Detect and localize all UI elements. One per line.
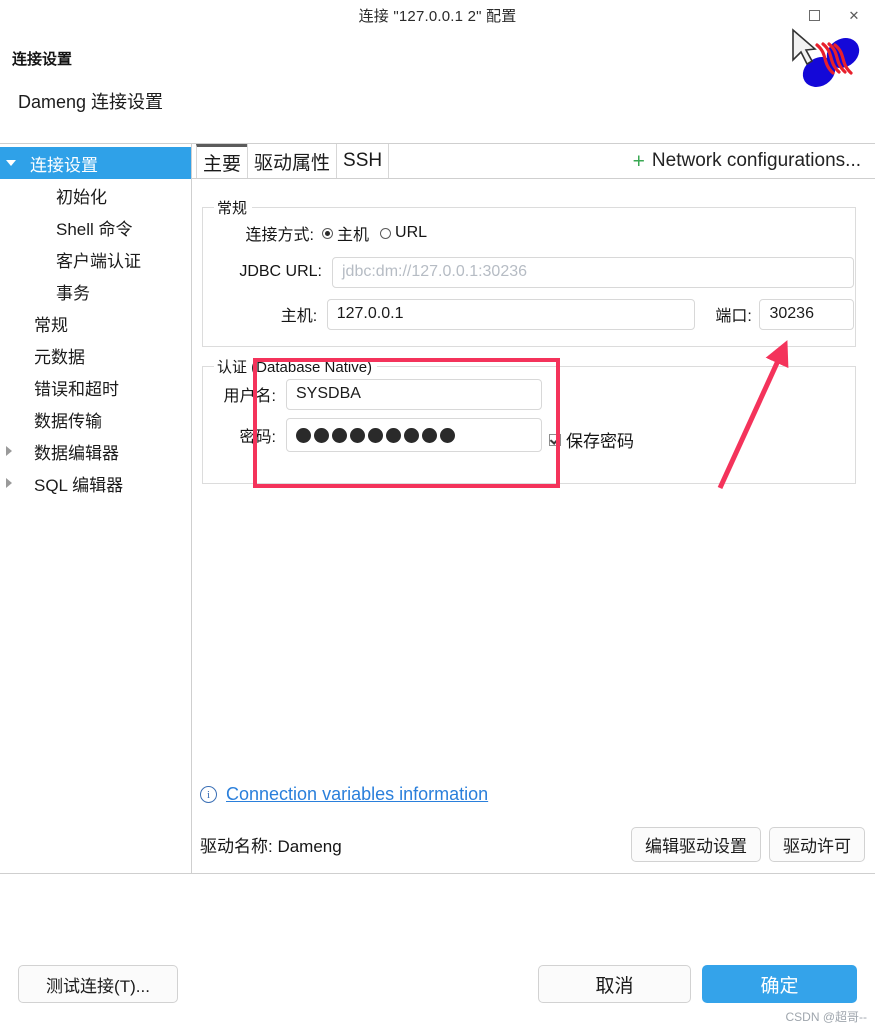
general-group-title: 常规 (214, 197, 253, 218)
settings-sidebar: 连接设置 初始化 Shell 命令 客户端认证 事务 常规 元数据 错误和超时 … (0, 144, 192, 873)
password-input[interactable] (286, 418, 542, 452)
sidebar-item-label: 事务 (56, 283, 90, 303)
mouse-cursor-icon (792, 28, 817, 66)
sidebar-item-label: 错误和超时 (34, 379, 119, 399)
sidebar-item-label: 客户端认证 (56, 251, 141, 271)
checkbox-icon (549, 433, 561, 446)
page-title: 连接设置 (12, 51, 73, 68)
port-input[interactable]: 30236 (759, 298, 854, 330)
network-configurations-label: Network configurations... (651, 150, 861, 171)
password-mask-dots (296, 427, 455, 443)
host-input[interactable]: 127.0.0.1 (326, 298, 695, 330)
sidebar-item-general[interactable]: 常规 (0, 307, 191, 339)
settings-panel: 主要 驱动属性 SSH + Network configurations... … (192, 144, 875, 873)
radio-host-label: 主机 (337, 227, 370, 244)
dialog-body: 连接设置 初始化 Shell 命令 客户端认证 事务 常规 元数据 错误和超时 … (0, 143, 875, 874)
test-connection-button[interactable]: 测试连接(T)... (18, 965, 178, 1003)
driver-license-button[interactable]: 驱动许可 (769, 826, 865, 862)
sidebar-item-transactions[interactable]: 事务 (0, 275, 191, 307)
sidebar-item-label: 元数据 (34, 347, 85, 367)
jdbc-url-label: JDBC URL: (239, 263, 322, 280)
driver-buttons: 编辑驱动设置 驱动许可 (631, 826, 865, 862)
sidebar-item-label: 常规 (34, 315, 68, 335)
connection-variables-row[interactable]: i Connection variables information (200, 784, 488, 805)
driver-name-label: 驱动名称: Dameng (200, 836, 342, 856)
tab-bar: 主要 驱动属性 SSH + Network configurations... (192, 144, 875, 179)
window-titlebar: 连接 "127.0.0.1 2" 配置 ✕ (0, 0, 875, 30)
chevron-down-icon (6, 160, 16, 166)
plus-icon: + (632, 149, 645, 173)
radio-url-label: URL (395, 224, 428, 241)
jdbc-url-input[interactable]: jdbc:dm://127.0.0.1:30236 (332, 256, 854, 288)
sidebar-item-data-editor[interactable]: 数据编辑器 (0, 435, 191, 467)
sidebar-item-shell-commands[interactable]: Shell 命令 (0, 211, 191, 243)
tab-main[interactable]: 主要 (196, 144, 249, 178)
radio-host-icon (322, 227, 333, 239)
chevron-right-icon (6, 478, 12, 488)
sidebar-item-label: Shell 命令 (56, 219, 133, 239)
connection-method-row: 连接方式: 主机 URL (214, 218, 844, 248)
close-icon[interactable]: ✕ (843, 4, 865, 26)
ok-button[interactable]: 确定 (702, 965, 857, 1003)
sidebar-item-label: SQL 编辑器 (34, 475, 124, 495)
sidebar-item-sql-editor[interactable]: SQL 编辑器 (0, 467, 191, 499)
save-password-checkbox[interactable]: 保存密码 (549, 427, 634, 452)
save-password-label: 保存密码 (566, 432, 634, 451)
page-subtitle: Dameng 连接设置 (18, 92, 164, 112)
port-label: 端口: (715, 308, 752, 325)
sidebar-item-errors-timeouts[interactable]: 错误和超时 (0, 371, 191, 403)
host-label: 主机: (280, 308, 318, 325)
cancel-button[interactable]: 取消 (538, 965, 691, 1003)
radio-url[interactable]: URL (380, 224, 427, 242)
connection-method-label: 连接方式: (245, 227, 314, 244)
radio-url-icon (380, 227, 392, 239)
maximize-icon[interactable] (803, 4, 825, 26)
sidebar-item-label: 数据编辑器 (34, 443, 119, 463)
sidebar-item-data-transfer[interactable]: 数据传输 (0, 403, 191, 435)
auth-group-title: 认证 (Database Native) (214, 356, 378, 377)
sidebar-item-label: 数据传输 (34, 411, 102, 431)
edit-driver-settings-button[interactable]: 编辑驱动设置 (631, 826, 761, 862)
network-configurations-button[interactable]: + Network configurations... (633, 150, 861, 172)
window-title: 连接 "127.0.0.1 2" 配置 (358, 7, 517, 25)
window-controls: ✕ (803, 4, 865, 26)
tab-ssh[interactable]: SSH (336, 144, 390, 178)
sidebar-item-label: 连接设置 (30, 155, 98, 175)
watermark: CSDN @超哥-- (785, 1010, 867, 1024)
username-input[interactable]: SYSDBA (286, 378, 542, 410)
info-icon: i (200, 786, 217, 803)
chevron-right-icon (6, 446, 12, 456)
sidebar-item-connection-settings[interactable]: 连接设置 (0, 147, 191, 179)
username-label: 用户名: (223, 388, 276, 405)
password-label: 密码: (239, 429, 276, 446)
password-row: 密码: (204, 418, 604, 452)
tab-driver-properties[interactable]: 驱动属性 (247, 144, 338, 178)
sidebar-item-label: 初始化 (56, 187, 107, 207)
sidebar-item-client-auth[interactable]: 客户端认证 (0, 243, 191, 275)
jdbc-url-row: JDBC URL: jdbc:dm://127.0.0.1:30236 (214, 256, 854, 288)
host-port-row: 主机: 127.0.0.1 端口: 30236 (214, 298, 854, 330)
connection-variables-link[interactable]: Connection variables information (226, 784, 488, 805)
radio-host[interactable]: 主机 (322, 221, 369, 245)
sidebar-item-initialization[interactable]: 初始化 (0, 179, 191, 211)
sidebar-item-metadata[interactable]: 元数据 (0, 339, 191, 371)
driver-row: 驱动名称: Dameng 编辑驱动设置 驱动许可 (200, 826, 865, 862)
username-row: 用户名: SYSDBA (204, 378, 604, 410)
